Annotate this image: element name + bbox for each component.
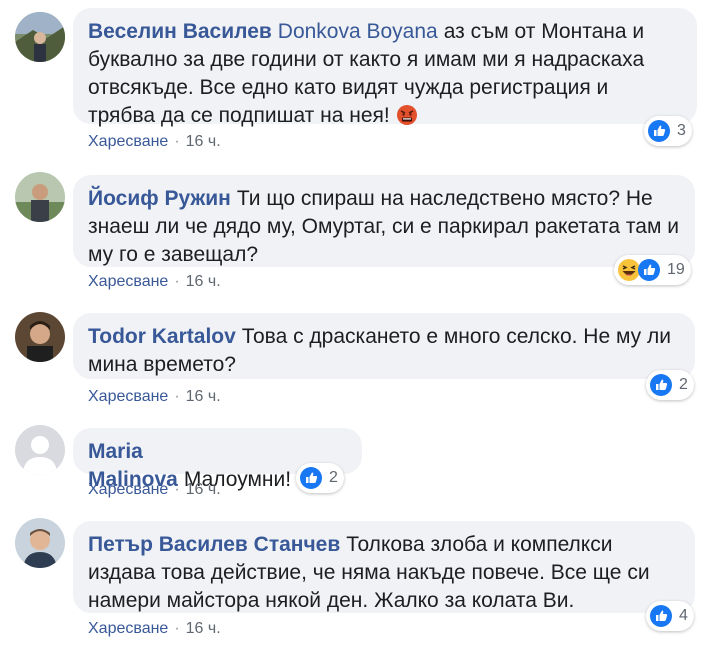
avatar[interactable]: [15, 518, 65, 568]
reaction-count: 19: [667, 261, 685, 278]
timestamp[interactable]: 16 ч.: [186, 133, 221, 150]
separator: ·: [174, 620, 180, 637]
comment-author[interactable]: Петър Василев Станчев: [88, 533, 340, 556]
like-icon: [638, 259, 660, 281]
like-icon: [648, 120, 670, 142]
comment-meta: Харесване · 16 ч.: [88, 388, 221, 406]
comment-author[interactable]: Йосиф Ружин: [88, 187, 231, 210]
reaction-count: 2: [329, 469, 338, 486]
comment-meta: Харесване · 16 ч.: [88, 133, 221, 151]
reaction-count: 4: [679, 607, 688, 624]
separator: ·: [174, 273, 180, 290]
avatar[interactable]: [15, 172, 65, 222]
separator: ·: [174, 481, 180, 498]
separator: ·: [174, 388, 180, 405]
reaction-count: 3: [677, 122, 686, 139]
mention-link[interactable]: Donkova Boyana: [278, 20, 438, 43]
timestamp[interactable]: 16 ч.: [186, 620, 221, 637]
like-icon: [650, 374, 672, 396]
like-link[interactable]: Харесване: [88, 481, 168, 498]
timestamp[interactable]: 16 ч.: [186, 273, 221, 290]
avatar[interactable]: [15, 312, 65, 362]
like-link[interactable]: Харесване: [88, 388, 168, 405]
comment-meta: Харесване · 16 ч.: [88, 273, 221, 291]
comment-author[interactable]: Todor Kartalov: [88, 325, 236, 348]
avatar[interactable]: [15, 425, 65, 475]
like-link[interactable]: Харесване: [88, 273, 168, 290]
reactions-count[interactable]: 4: [646, 601, 694, 631]
like-icon: [650, 605, 672, 627]
like-icon: [300, 467, 322, 489]
comment-bubble: Петър Василев Станчев Толкова злоба и ком…: [73, 521, 695, 613]
timestamp[interactable]: 16 ч.: [186, 481, 221, 498]
reactions-count[interactable]: 3: [644, 116, 692, 146]
reactions-count[interactable]: 2: [646, 370, 694, 400]
separator: ·: [174, 133, 180, 150]
like-link[interactable]: Харесване: [88, 133, 168, 150]
timestamp[interactable]: 16 ч.: [186, 388, 221, 405]
avatar[interactable]: [15, 12, 65, 62]
comment-meta: Харесване · 16 ч.: [88, 481, 221, 499]
comment-bubble: Веселин Василев Donkova Boyana аз съм от М…: [73, 8, 697, 127]
comment-bubble: Йосиф Ружин Ти що спираш на наследствено …: [73, 175, 695, 267]
reaction-count: 2: [679, 376, 688, 393]
comment-bubble: Todor Kartalov Това с драскането е много …: [73, 313, 695, 379]
reactions-count[interactable]: 2: [296, 463, 344, 493]
angry-face-icon: [396, 105, 417, 125]
comment-author[interactable]: Веселин Василев: [88, 20, 272, 43]
reactions-count[interactable]: 19: [614, 255, 691, 285]
like-link[interactable]: Харесване: [88, 620, 168, 637]
comment-meta: Харесване · 16 ч.: [88, 620, 221, 638]
